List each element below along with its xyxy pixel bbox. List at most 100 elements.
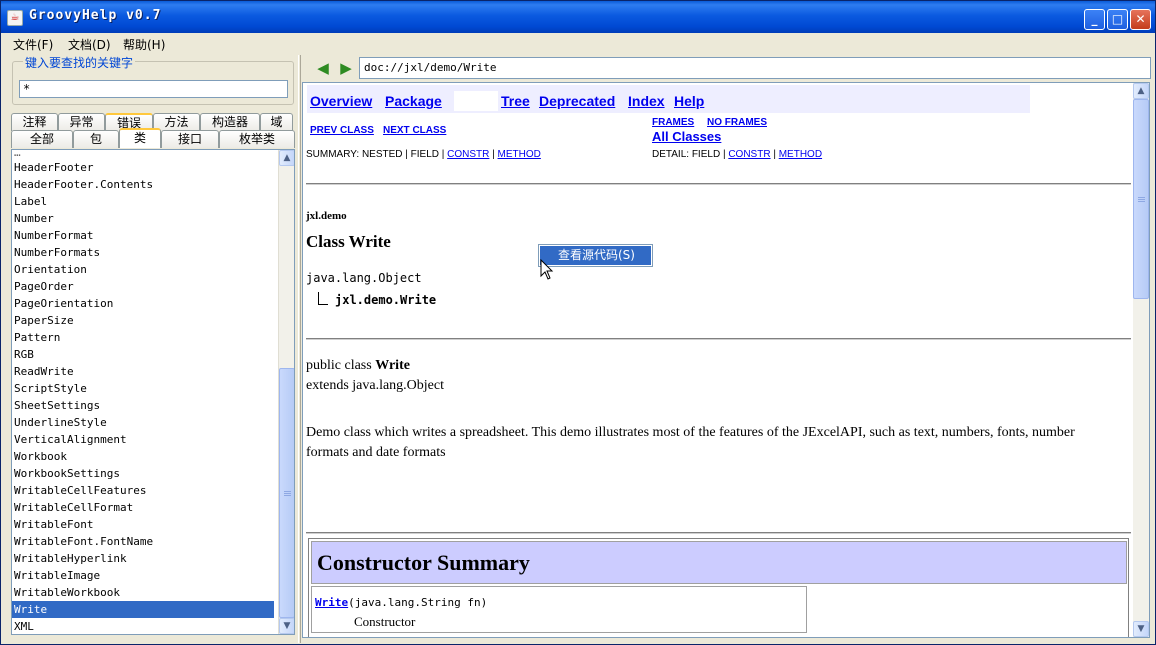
menu-help[interactable]: 帮助(H) bbox=[123, 36, 165, 53]
constructor-description: Constructor bbox=[354, 614, 416, 629]
package-name: jxl.demo bbox=[306, 210, 347, 222]
super-class: java.lang.Object bbox=[306, 271, 422, 285]
list-item[interactable]: WritableFont.FontName bbox=[12, 533, 274, 550]
doc-content: Overview Package Tree Deprecated Index H… bbox=[302, 82, 1150, 638]
link-prev-class[interactable]: PREV CLASS bbox=[310, 125, 374, 136]
link-detail-constr[interactable]: CONSTR bbox=[728, 149, 770, 160]
link-package[interactable]: Package bbox=[385, 93, 442, 109]
split-pane-divider[interactable] bbox=[298, 55, 301, 643]
list-item[interactable]: WritableCellFeatures bbox=[12, 482, 274, 499]
scroll-thumb[interactable] bbox=[1133, 99, 1149, 299]
list-item[interactable]: HeaderFooter.Contents bbox=[12, 176, 274, 193]
menu-document[interactable]: 文档(D) bbox=[68, 36, 111, 53]
tab-classes[interactable]: 类 bbox=[119, 128, 161, 148]
summary-line: SUMMARY: NESTED | FIELD | CONSTR | METHO… bbox=[306, 149, 541, 160]
tab-all[interactable]: 全部 bbox=[11, 130, 73, 148]
tab-constructors[interactable]: 构造器 bbox=[200, 113, 260, 131]
divider bbox=[306, 338, 1131, 340]
minimize-button[interactable]: _ bbox=[1084, 9, 1105, 30]
class-description: Demo class which writes a spreadsheet. T… bbox=[306, 425, 1075, 460]
mouse-cursor-icon bbox=[540, 259, 554, 280]
link-deprecated[interactable]: Deprecated bbox=[539, 93, 615, 109]
list-item[interactable]: NumberFormats bbox=[12, 244, 274, 261]
list-item[interactable]: Number bbox=[12, 210, 274, 227]
list-item[interactable]: PageOrientation bbox=[12, 295, 274, 312]
this-class: jxl.demo.Write bbox=[335, 293, 437, 307]
tab-interfaces[interactable]: 接口 bbox=[161, 130, 219, 148]
class-list[interactable]: … HeaderFooter HeaderFooter.Contents Lab… bbox=[11, 149, 295, 635]
constructor-summary-title: Constructor Summary bbox=[311, 541, 1127, 584]
menu-file[interactable]: 文件(F) bbox=[13, 36, 53, 53]
link-overview[interactable]: Overview bbox=[310, 93, 372, 109]
tab-fields[interactable]: 域 bbox=[260, 113, 293, 131]
title-bar[interactable]: ☕ GroovyHelp v0.7 _ □ ✕ bbox=[1, 1, 1155, 33]
list-item[interactable]: ReadWrite bbox=[12, 363, 274, 380]
search-label: 键入要查找的关键字 bbox=[23, 54, 136, 71]
tree-connector bbox=[318, 292, 328, 305]
divider bbox=[306, 532, 1131, 534]
tab-packages[interactable]: 包 bbox=[73, 130, 119, 148]
list-item[interactable]: WritableFont bbox=[12, 516, 274, 533]
detail-line: DETAIL: FIELD | CONSTR | METHOD bbox=[652, 149, 823, 160]
left-panel: 键入要查找的关键字 * 注释 异常 错误 方法 构造器 域 全部 包 类 接口 … bbox=[9, 54, 295, 637]
link-summary-constr[interactable]: CONSTR bbox=[447, 149, 489, 160]
list-item[interactable]: Orientation bbox=[12, 261, 274, 278]
maximize-button[interactable]: □ bbox=[1107, 9, 1128, 30]
link-detail-method[interactable]: METHOD bbox=[779, 149, 822, 160]
list-item[interactable]: Workbook bbox=[12, 448, 274, 465]
java-icon: ☕ bbox=[7, 10, 23, 26]
list-item[interactable]: UnderlineStyle bbox=[12, 414, 274, 431]
list-item[interactable]: HeaderFooter bbox=[12, 159, 274, 176]
tab-exceptions[interactable]: 异常 bbox=[58, 113, 105, 131]
list-item[interactable]: SheetSettings bbox=[12, 397, 274, 414]
scroll-up-icon[interactable]: ▲ bbox=[1133, 83, 1149, 99]
tab-annotations[interactable]: 注释 bbox=[11, 113, 58, 131]
scroll-down-icon[interactable]: ▼ bbox=[1133, 621, 1149, 637]
link-no-frames[interactable]: NO FRAMES bbox=[707, 117, 767, 128]
search-group: 键入要查找的关键字 * bbox=[12, 54, 294, 105]
list-item[interactable]: PaperSize bbox=[12, 312, 274, 329]
list-item-selected[interactable]: Write bbox=[12, 601, 274, 618]
list-item[interactable]: WritableWorkbook bbox=[12, 584, 274, 601]
app-window: ☕ GroovyHelp v0.7 _ □ ✕ 文件(F) 文档(D) 帮助(H… bbox=[0, 0, 1156, 645]
list-item[interactable]: Label bbox=[12, 193, 274, 210]
scroll-up-icon[interactable]: ▲ bbox=[279, 150, 294, 166]
link-frames[interactable]: FRAMES bbox=[652, 117, 694, 128]
list-item[interactable]: NumberFormat bbox=[12, 227, 274, 244]
search-input[interactable]: * bbox=[19, 80, 288, 98]
window-title: GroovyHelp v0.7 bbox=[29, 8, 162, 23]
list-item[interactable]: PageOrder bbox=[12, 278, 274, 295]
scroll-down-icon[interactable]: ▼ bbox=[279, 618, 294, 634]
constructor-summary-table: Constructor Summary Write(java.lang.Stri… bbox=[308, 538, 1129, 637]
list-item[interactable]: ScriptStyle bbox=[12, 380, 274, 397]
link-index[interactable]: Index bbox=[628, 93, 665, 109]
list-item[interactable]: VerticalAlignment bbox=[12, 431, 274, 448]
forward-arrow-icon[interactable]: ▶ bbox=[338, 60, 354, 76]
tab-enums[interactable]: 枚举类 bbox=[219, 130, 295, 148]
list-item[interactable]: XML bbox=[12, 618, 274, 634]
class-highlight-box bbox=[454, 91, 498, 111]
extends-line: extends java.lang.Object bbox=[306, 378, 445, 393]
link-next-class[interactable]: NEXT CLASS bbox=[383, 125, 446, 136]
link-summary-method[interactable]: METHOD bbox=[498, 149, 541, 160]
list-item[interactable]: WritableImage bbox=[12, 567, 274, 584]
link-help[interactable]: Help bbox=[674, 93, 704, 109]
scroll-thumb[interactable] bbox=[279, 368, 294, 618]
list-item[interactable]: RGB bbox=[12, 346, 274, 363]
content-scrollbar[interactable]: ▲ ▼ bbox=[1133, 83, 1149, 637]
close-button[interactable]: ✕ bbox=[1130, 9, 1151, 30]
constructor-signature: Write(java.lang.String fn) bbox=[315, 596, 488, 609]
link-tree[interactable]: Tree bbox=[501, 93, 530, 109]
doc-nav-bar: Overview Package Tree Deprecated Index H… bbox=[307, 85, 1030, 113]
list-item[interactable]: WritableCellFormat bbox=[12, 499, 274, 516]
class-list-scrollbar[interactable]: ▲ ▼ bbox=[278, 150, 294, 634]
constructor-row: Write(java.lang.String fn) Constructor bbox=[311, 586, 807, 633]
menu-bar: 文件(F) 文档(D) 帮助(H) bbox=[1, 33, 1155, 53]
link-all-classes[interactable]: All Classes bbox=[652, 129, 721, 144]
list-item[interactable]: WritableHyperlink bbox=[12, 550, 274, 567]
back-arrow-icon[interactable]: ◀ bbox=[315, 60, 331, 76]
link-constructor-write[interactable]: Write bbox=[315, 596, 348, 609]
list-item[interactable]: Pattern bbox=[12, 329, 274, 346]
list-item[interactable]: WorkbookSettings bbox=[12, 465, 274, 482]
address-field[interactable]: doc://jxl/demo/Write bbox=[359, 57, 1151, 79]
